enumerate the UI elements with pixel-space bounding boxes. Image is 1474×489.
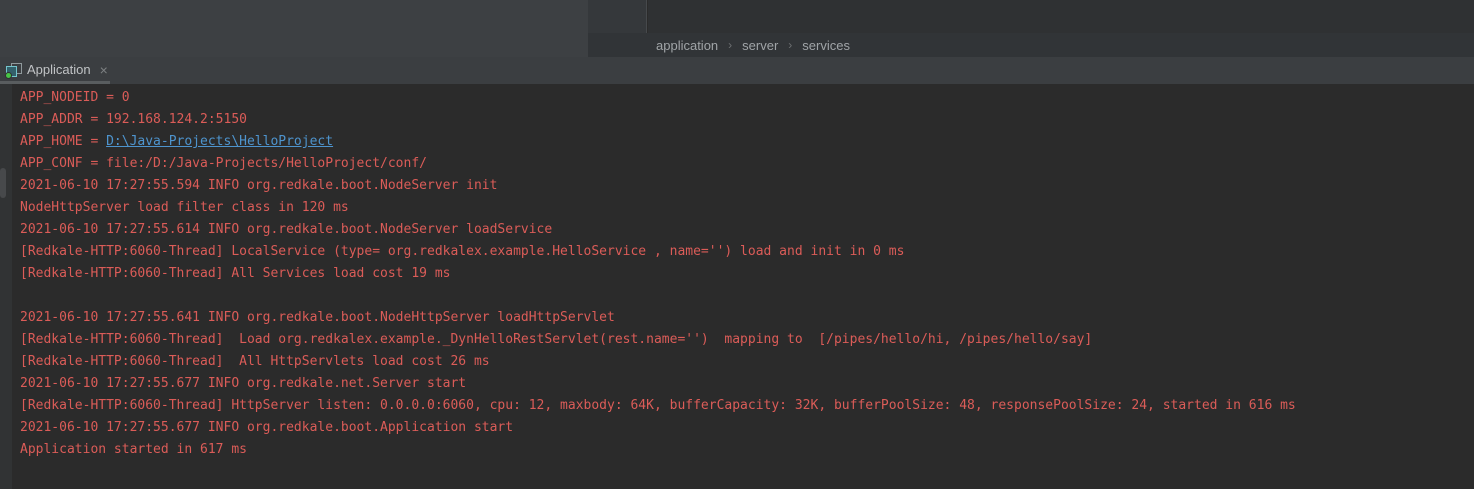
console-line: APP_HOME = D:\Java-Projects\HelloProject	[20, 131, 1474, 153]
console-line: 2021-06-10 17:27:55.641 INFO org.redkale…	[20, 307, 1474, 329]
header-panel-segment	[588, 0, 647, 33]
tab-label: Application	[27, 62, 91, 77]
console-line: APP_CONF = file:/D:/Java-Projects/HelloP…	[20, 153, 1474, 175]
breadcrumb-item-server[interactable]: server	[742, 38, 778, 53]
console-line: [Redkale-HTTP:6060-Thread] All Services …	[20, 263, 1474, 285]
console-line: APP_NODEID = 0	[20, 87, 1474, 109]
run-console-icon	[5, 62, 22, 78]
log-text: APP_ADDR = 192.168.124.2:5150	[20, 112, 247, 127]
log-text: [Redkale-HTTP:6060-Thread] Load org.redk…	[20, 332, 1092, 347]
console-line: [Redkale-HTTP:6060-Thread] All HttpServl…	[20, 351, 1474, 373]
log-text: 2021-06-10 17:27:55.677 INFO org.redkale…	[20, 376, 466, 391]
breadcrumb-item-application[interactable]: application	[656, 38, 718, 53]
log-text: 2021-06-10 17:27:55.614 INFO org.redkale…	[20, 222, 552, 237]
log-text: [Redkale-HTTP:6060-Thread] All Services …	[20, 266, 450, 281]
console-line: 2021-06-10 17:27:55.677 INFO org.redkale…	[20, 373, 1474, 395]
ide-window: application › server › services Applicat…	[0, 0, 1474, 489]
console-line: NodeHttpServer load filter class in 120 …	[20, 197, 1474, 219]
console-line	[20, 285, 1474, 307]
tab-application[interactable]: Application ×	[0, 57, 116, 84]
log-text: [Redkale-HTTP:6060-Thread] LocalService …	[20, 244, 904, 259]
run-console[interactable]: APP_NODEID = 0 APP_ADDR = 192.168.124.2:5…	[0, 84, 1474, 489]
console-line: APP_ADDR = 192.168.124.2:5150	[20, 109, 1474, 131]
log-text: 2021-06-10 17:27:55.594 INFO org.redkale…	[20, 178, 497, 193]
log-text: Application started in 617 ms	[20, 442, 247, 457]
log-text: APP_NODEID = 0	[20, 90, 130, 105]
chevron-right-icon: ›	[788, 38, 792, 52]
header-panel	[648, 0, 1474, 33]
run-toolwindow-tab-bar: Application ×	[0, 57, 1474, 84]
breadcrumb: application › server › services	[588, 33, 1474, 57]
console-line: Application started in 617 ms	[20, 439, 1474, 461]
running-status-dot	[5, 72, 12, 79]
breadcrumb-item-services[interactable]: services	[802, 38, 850, 53]
console-line: 2021-06-10 17:27:55.594 INFO org.redkale…	[20, 175, 1474, 197]
chevron-right-icon: ›	[728, 38, 732, 52]
file-path-link[interactable]: D:\Java-Projects\HelloProject	[106, 134, 333, 149]
log-text: 2021-06-10 17:27:55.677 INFO org.redkale…	[20, 420, 513, 435]
log-text: APP_HOME =	[20, 134, 106, 149]
close-icon[interactable]: ×	[100, 63, 108, 77]
console-line: 2021-06-10 17:27:55.677 INFO org.redkale…	[20, 417, 1474, 439]
log-text: 2021-06-10 17:27:55.641 INFO org.redkale…	[20, 310, 615, 325]
log-text: [Redkale-HTTP:6060-Thread] HttpServer li…	[20, 398, 1296, 413]
console-line: [Redkale-HTTP:6060-Thread] HttpServer li…	[20, 395, 1474, 417]
console-line: 2021-06-10 17:27:55.614 INFO org.redkale…	[20, 219, 1474, 241]
console-line: [Redkale-HTTP:6060-Thread] Load org.redk…	[20, 329, 1474, 351]
editor-area-empty	[0, 0, 588, 57]
log-text: NodeHttpServer load filter class in 120 …	[20, 200, 349, 215]
console-line: [Redkale-HTTP:6060-Thread] LocalService …	[20, 241, 1474, 263]
console-lines: APP_NODEID = 0 APP_ADDR = 192.168.124.2:5…	[0, 84, 1474, 461]
log-text: APP_CONF = file:/D:/Java-Projects/HelloP…	[20, 156, 427, 171]
log-text: [Redkale-HTTP:6060-Thread] All HttpServl…	[20, 354, 490, 369]
